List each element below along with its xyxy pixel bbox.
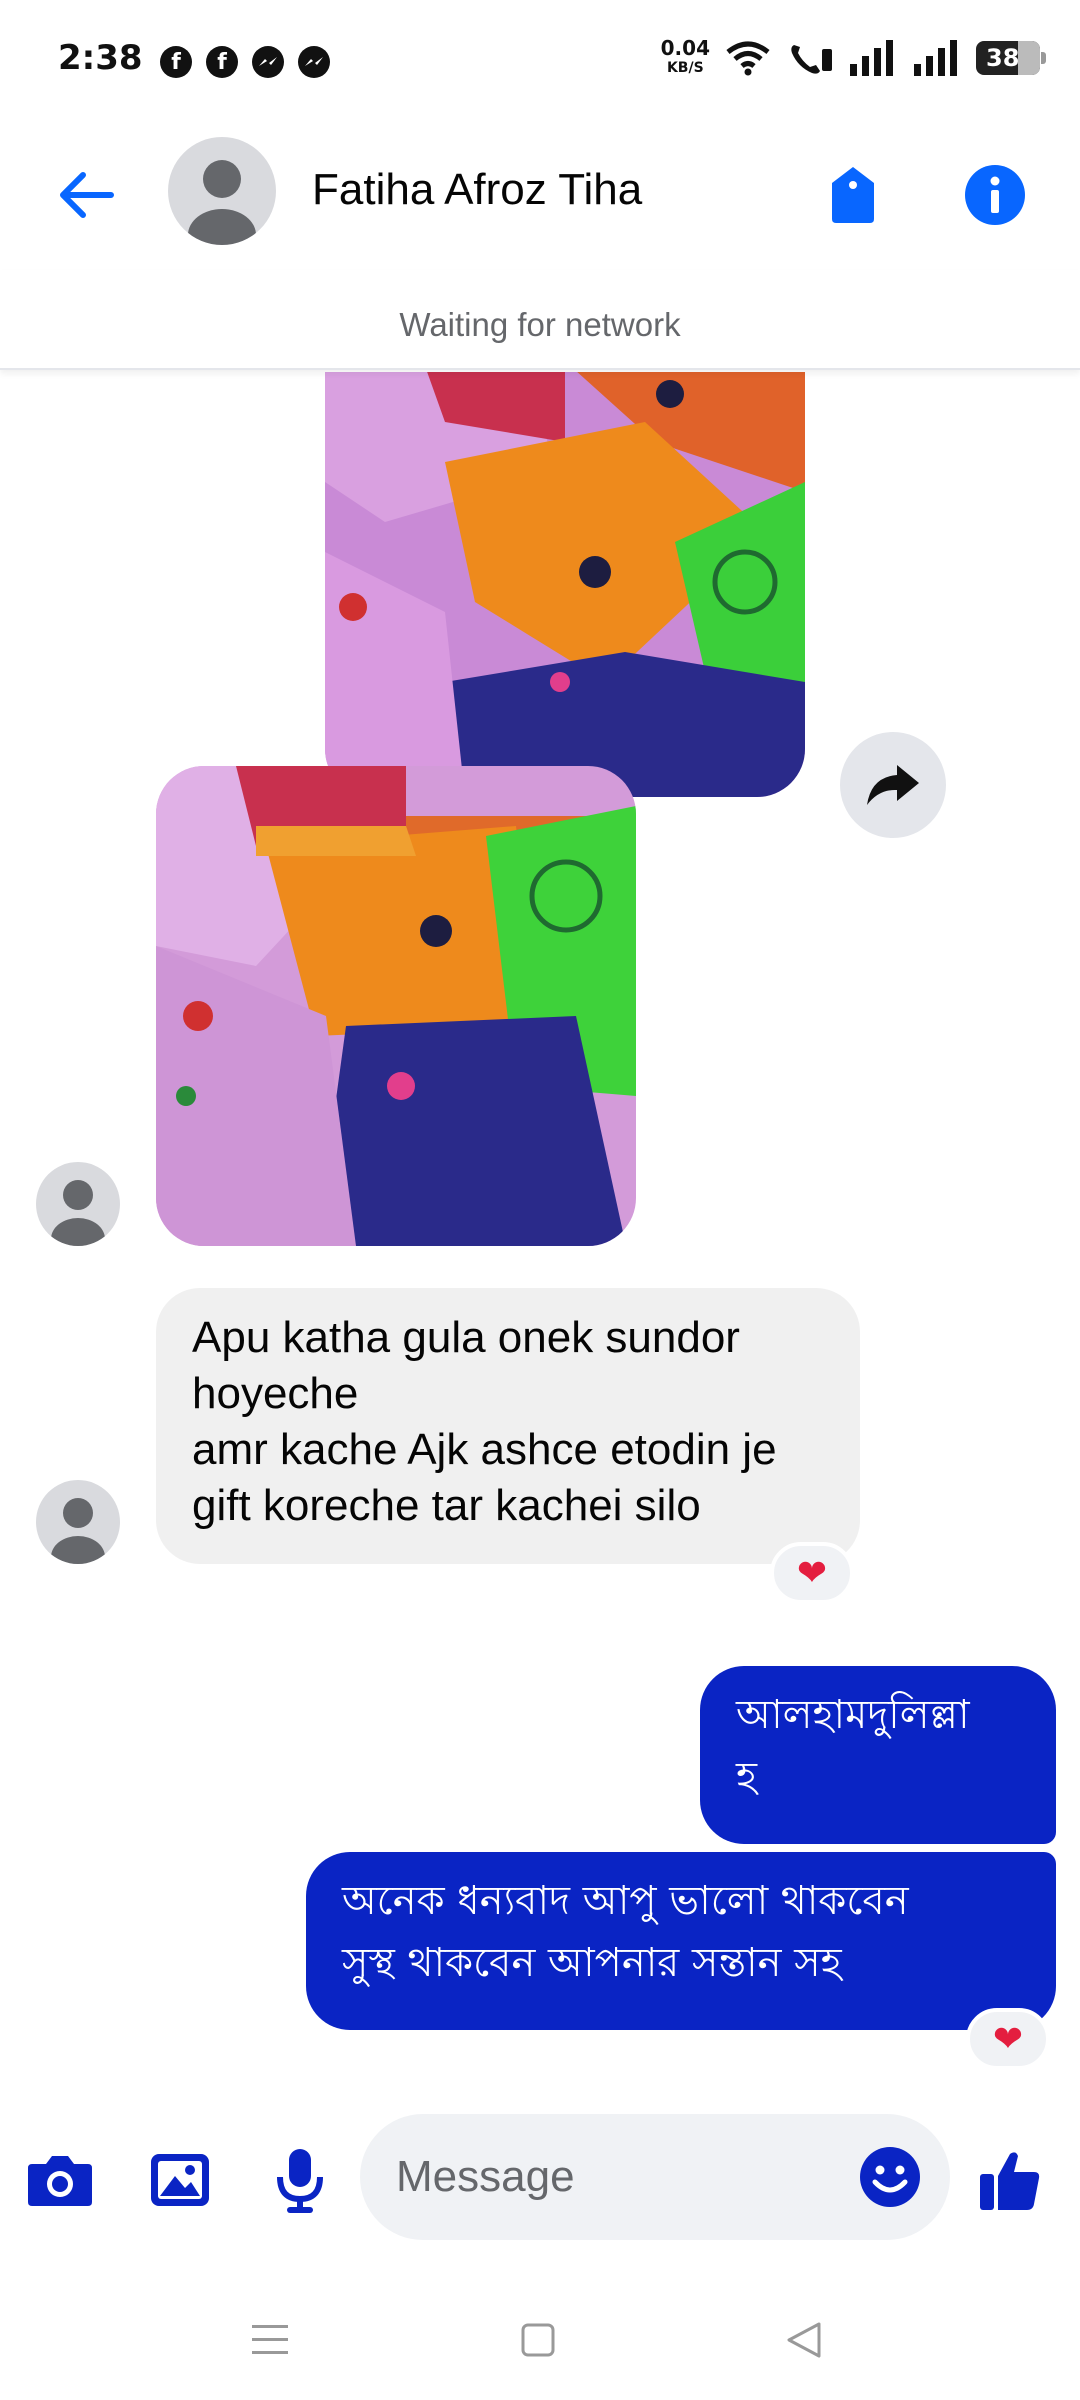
contact-avatar[interactable] xyxy=(168,137,276,245)
image-icon xyxy=(151,2154,209,2206)
heart-reaction[interactable]: ❤ xyxy=(966,2008,1050,2070)
messenger-icon xyxy=(298,46,330,78)
message-list[interactable]: Apu katha gula onek sundor hoyeche amr k… xyxy=(0,372,1080,2092)
back-arrow-icon xyxy=(60,172,114,218)
wifi-icon xyxy=(726,41,770,76)
smiley-icon xyxy=(860,2147,920,2207)
system-navigation-bar xyxy=(0,2280,1080,2400)
outgoing-message[interactable]: আলহামদুলিল্লা হ xyxy=(700,1666,1056,1844)
tag-icon xyxy=(832,167,874,223)
shared-photo[interactable] xyxy=(325,372,805,797)
like-button[interactable] xyxy=(970,2140,1050,2220)
battery-indicator: 38 xyxy=(976,41,1046,75)
message-composer xyxy=(0,2100,1080,2260)
network-speed: 0.04 KB/S xyxy=(660,36,710,76)
microphone-icon xyxy=(277,2149,323,2213)
signal-icon xyxy=(850,40,893,76)
outgoing-message[interactable]: অনেক ধন্যবাদ আপু ভালো থাকবেন সুস্থ থাকবে… xyxy=(306,1852,1056,2030)
facebook-icon: f xyxy=(160,46,192,78)
heart-reaction[interactable]: ❤ xyxy=(770,1542,854,1604)
share-button[interactable] xyxy=(840,732,946,838)
volte-call-icon xyxy=(791,45,832,74)
sender-avatar[interactable] xyxy=(36,1162,120,1246)
camera-icon xyxy=(28,2156,92,2206)
message-input[interactable] xyxy=(396,2114,836,2240)
system-indicators: 0.04 KB/S 38 xyxy=(660,36,1046,78)
message-box xyxy=(360,2114,950,2240)
camera-button[interactable] xyxy=(20,2140,100,2220)
conversation-header: Fatiha Afroz Tiha xyxy=(0,120,1080,270)
info-icon xyxy=(965,165,1025,225)
shared-photo[interactable] xyxy=(156,766,636,1246)
triangle-back-icon xyxy=(787,2322,821,2358)
square-icon xyxy=(521,2323,555,2357)
gallery-button[interactable] xyxy=(140,2140,220,2220)
incoming-message[interactable]: Apu katha gula onek sundor hoyeche amr k… xyxy=(156,1288,860,1564)
recents-button[interactable] xyxy=(230,2310,310,2370)
messenger-icon xyxy=(252,46,284,78)
emoji-button[interactable] xyxy=(850,2137,930,2217)
status-bar: 2:38 f f 0.04 KB/S 38 xyxy=(0,0,1080,120)
voice-button[interactable] xyxy=(260,2140,340,2220)
signal-icon xyxy=(914,40,957,76)
back-nav-button[interactable] xyxy=(764,2310,844,2370)
menu-lines-icon xyxy=(252,2325,288,2354)
thumbs-up-icon xyxy=(980,2152,1040,2210)
back-button[interactable] xyxy=(50,160,120,230)
tag-button[interactable] xyxy=(818,160,888,230)
notification-icons: f f xyxy=(160,46,330,78)
info-button[interactable] xyxy=(960,160,1030,230)
contact-name[interactable]: Fatiha Afroz Tiha xyxy=(312,165,642,215)
home-button[interactable] xyxy=(498,2310,578,2370)
sender-avatar[interactable] xyxy=(36,1480,120,1564)
network-status-banner: Waiting for network xyxy=(0,270,1080,370)
share-arrow-icon xyxy=(867,765,919,805)
facebook-icon: f xyxy=(206,46,238,78)
status-time: 2:38 xyxy=(58,38,143,78)
